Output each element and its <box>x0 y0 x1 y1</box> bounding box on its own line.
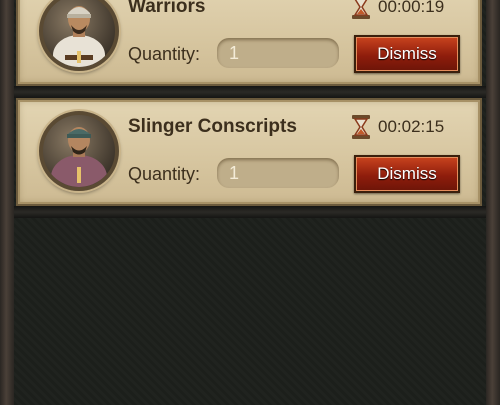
warrior-portrait <box>39 0 119 71</box>
slinger-portrait <box>39 111 119 191</box>
unit-name: Warriors <box>128 0 206 17</box>
unit-card-slinger-conscripts: Slinger Conscripts 00:02:15 Quantity: 1 … <box>16 98 482 206</box>
divider <box>14 206 486 218</box>
dismiss-button[interactable]: Dismiss <box>354 35 460 73</box>
unit-card-warriors: Warriors 00:00:19 Quantity: 1 Dismiss <box>16 0 482 86</box>
frame-left <box>0 0 14 405</box>
timer-text: 00:00:19 <box>378 0 445 16</box>
quantity-label: Quantity: <box>128 44 201 64</box>
quantity-field[interactable]: 1 <box>217 38 339 68</box>
hourglass-icon <box>352 0 370 19</box>
divider <box>14 86 486 98</box>
quantity-field[interactable]: 1 <box>217 158 339 188</box>
hourglass-icon <box>352 115 370 139</box>
quantity-label: Quantity: <box>128 164 201 184</box>
timer-text: 00:02:15 <box>378 117 445 136</box>
dismiss-button[interactable]: Dismiss <box>354 155 460 193</box>
unit-name: Slinger Conscripts <box>128 116 297 137</box>
frame-right <box>486 0 500 405</box>
